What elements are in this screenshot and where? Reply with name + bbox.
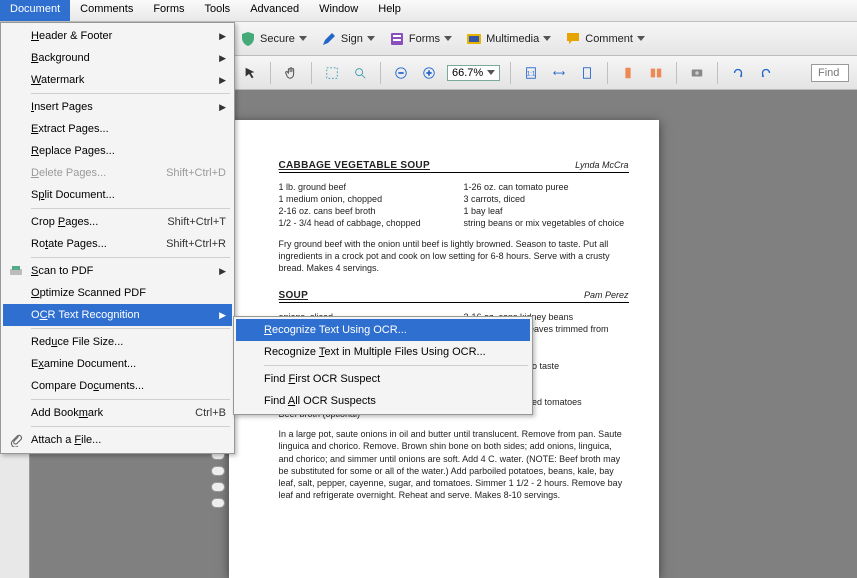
zoom-out-icon[interactable]: [391, 63, 411, 83]
menu-header-footer[interactable]: Header & Footer▶: [3, 25, 232, 47]
tool-sign-label: Sign: [341, 33, 363, 45]
zoom-in-icon[interactable]: [419, 63, 439, 83]
menu-reduce-file-size[interactable]: Reduce File Size...: [3, 331, 232, 353]
recipe-title: SOUP: [279, 290, 309, 301]
ingredient: 1 medium onion, chopped: [279, 193, 444, 205]
ingredient: string beans or mix vegetables of choice: [464, 217, 629, 229]
zoom-level-input[interactable]: 66.7%: [447, 65, 500, 81]
menu-ocr-text-recognition[interactable]: OCR Text Recognition▶: [3, 304, 232, 326]
multimedia-icon: [466, 31, 482, 47]
shield-icon: [240, 31, 256, 47]
ingredient: 1-26 oz. can tomato puree: [464, 181, 629, 193]
recipe-author: Pam Perez: [584, 290, 629, 301]
tool-secure[interactable]: Secure: [240, 31, 307, 47]
ingredient: 1 lb. ground beef: [279, 181, 444, 193]
menu-examine-document[interactable]: Examine Document...: [3, 353, 232, 375]
chevron-down-icon: [637, 36, 645, 41]
ingredient: 1/2 - 3/4 head of cabbage, chopped: [279, 217, 444, 229]
single-page-icon[interactable]: [618, 63, 638, 83]
menu-attach-file[interactable]: Attach a File...: [3, 429, 232, 451]
menu-comments[interactable]: Comments: [70, 0, 143, 21]
menu-forms[interactable]: Forms: [143, 0, 194, 21]
separator: [510, 62, 511, 84]
separator: [380, 62, 381, 84]
recipe-instructions: In a large pot, saute onions in oil and …: [279, 428, 629, 501]
separator: [676, 62, 677, 84]
submenu-recognize-multiple[interactable]: Recognize Text in Multiple Files Using O…: [236, 341, 530, 363]
menu-add-bookmark[interactable]: Add BookmarkCtrl+B: [3, 402, 232, 424]
submenu-recognize-ocr[interactable]: Recognize Text Using OCR...: [236, 319, 530, 341]
tool-forms-label: Forms: [409, 33, 440, 45]
marquee-zoom-icon[interactable]: [322, 63, 342, 83]
submenu-find-all-suspects[interactable]: Find All OCR Suspects: [236, 390, 530, 412]
ocr-submenu: Recognize Text Using OCR... Recognize Te…: [233, 316, 533, 415]
menu-watermark[interactable]: Watermark▶: [3, 69, 232, 91]
rotate-cw-icon[interactable]: [728, 63, 748, 83]
menu-optimize-scanned[interactable]: Optimize Scanned PDF: [3, 282, 232, 304]
recipe-header: CABBAGE VEGETABLE SOUP Lynda McCra: [279, 160, 629, 173]
paperclip-icon: [7, 431, 25, 449]
menu-delete-pages: Delete Pages...Shift+Ctrl+D: [3, 162, 232, 184]
ingredient: 2-16 oz. cans beef broth: [279, 205, 444, 217]
separator: [311, 62, 312, 84]
separator: [717, 62, 718, 84]
menu-insert-pages[interactable]: Insert Pages▶: [3, 96, 232, 118]
svg-text:1:1: 1:1: [527, 70, 536, 77]
ingredients-list: 1 lb. ground beef 1 medium onion, choppe…: [279, 181, 629, 230]
chevron-down-icon: [543, 36, 551, 41]
fit-width-icon[interactable]: [549, 63, 569, 83]
find-input[interactable]: Find: [811, 64, 849, 82]
menu-window[interactable]: Window: [309, 0, 368, 21]
chevron-down-icon: [487, 70, 495, 75]
chevron-down-icon: [367, 36, 375, 41]
submenu-find-first-suspect[interactable]: Find First OCR Suspect: [236, 368, 530, 390]
menu-scan-to-pdf[interactable]: Scan to PDF▶: [3, 260, 232, 282]
menu-advanced[interactable]: Advanced: [240, 0, 309, 21]
menu-help[interactable]: Help: [368, 0, 411, 21]
menu-document[interactable]: Document: [0, 0, 70, 21]
chevron-down-icon: [299, 36, 307, 41]
menu-tools[interactable]: Tools: [195, 0, 241, 21]
menu-extract-pages[interactable]: Extract Pages...: [3, 118, 232, 140]
menu-compare-documents[interactable]: Compare Documents...: [3, 375, 232, 397]
two-page-icon[interactable]: [646, 63, 666, 83]
tool-forms[interactable]: Forms: [389, 31, 452, 47]
recipe-author: Lynda McCra: [575, 160, 628, 171]
zoom-value: 66.7%: [452, 67, 483, 79]
recipe-header: SOUP Pam Perez: [279, 290, 629, 303]
document-menu-dropdown: Header & Footer▶ Background▶ Watermark▶ …: [0, 22, 235, 454]
menu-replace-pages[interactable]: Replace Pages...: [3, 140, 232, 162]
select-tool-icon[interactable]: [240, 63, 260, 83]
menu-rotate-pages[interactable]: Rotate Pages...Shift+Ctrl+R: [3, 233, 232, 255]
scanner-icon: [7, 262, 25, 280]
hand-tool-icon[interactable]: [281, 63, 301, 83]
separator: [270, 62, 271, 84]
snapshot-icon[interactable]: [687, 63, 707, 83]
rotate-ccw-icon[interactable]: [756, 63, 776, 83]
ingredient: 3 carrots, diced: [464, 193, 629, 205]
menu-split-document[interactable]: Split Document...: [3, 184, 232, 206]
chevron-down-icon: [444, 36, 452, 41]
menu-background[interactable]: Background▶: [3, 47, 232, 69]
menu-crop-pages[interactable]: Crop Pages...Shift+Ctrl+T: [3, 211, 232, 233]
tool-multimedia[interactable]: Multimedia: [466, 31, 551, 47]
comment-icon: [565, 31, 581, 47]
separator: [607, 62, 608, 84]
loupe-icon[interactable]: [350, 63, 370, 83]
menu-bar: Document Comments Forms Tools Advanced W…: [0, 0, 857, 22]
pen-icon: [321, 31, 337, 47]
tool-comment[interactable]: Comment: [565, 31, 645, 47]
form-icon: [389, 31, 405, 47]
recipe-instructions: Fry ground beef with the onion until bee…: [279, 238, 629, 274]
tool-secure-label: Secure: [260, 33, 295, 45]
actual-size-icon[interactable]: 1:1: [521, 63, 541, 83]
fit-page-icon[interactable]: [577, 63, 597, 83]
ingredient: 1 bay leaf: [464, 205, 629, 217]
recipe-title: CABBAGE VEGETABLE SOUP: [279, 160, 430, 171]
tool-sign[interactable]: Sign: [321, 31, 375, 47]
tool-multimedia-label: Multimedia: [486, 33, 539, 45]
tool-comment-label: Comment: [585, 33, 633, 45]
